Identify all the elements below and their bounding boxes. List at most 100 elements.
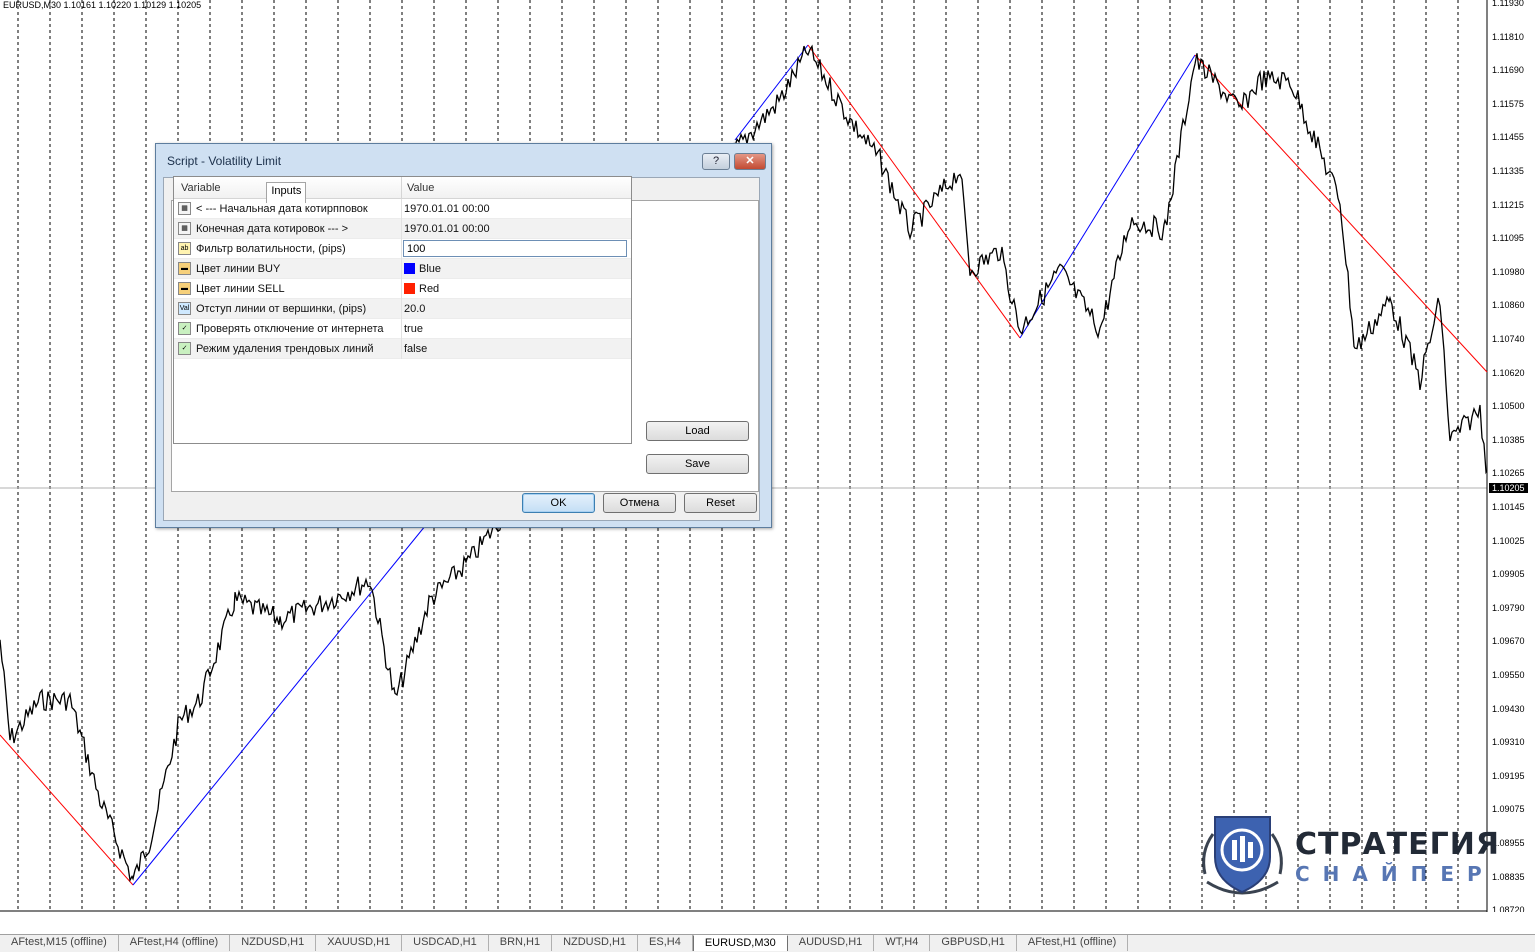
price-tick-label: 1.10980: [1492, 266, 1525, 277]
color-icon: ▬: [178, 282, 191, 295]
value-column-header[interactable]: Value: [407, 182, 434, 194]
cancel-button[interactable]: Отмена: [603, 493, 676, 513]
price-tick-label: 1.09790: [1492, 602, 1525, 613]
sell-trendline: [0, 734, 134, 886]
param-row[interactable]: ab Фильтр волатильности, (pips): [174, 239, 631, 259]
close-button[interactable]: ✕: [734, 153, 766, 170]
watermark-logo: СТРАТЕГИЯ СНАЙПЕР: [1195, 812, 1499, 897]
price-tick-label: 1.09195: [1492, 770, 1525, 781]
boolean-icon: ✓: [178, 342, 191, 355]
chart-tab[interactable]: WT,H4: [874, 935, 931, 951]
tab-inputs[interactable]: Inputs: [266, 182, 307, 203]
variable-column-header[interactable]: Variable: [181, 182, 221, 194]
param-row[interactable]: ▬ Цвет линии BUY Blue: [174, 259, 631, 279]
param-value[interactable]: false: [404, 343, 427, 355]
price-tick-label: 1.10620: [1492, 367, 1525, 378]
chart-tab[interactable]: USDCAD,H1: [402, 935, 489, 951]
price-tick-label: 1.11930: [1492, 0, 1524, 8]
chart-tab[interactable]: EURUSD,M30: [692, 935, 788, 951]
color-icon: ▬: [178, 262, 191, 275]
chart-tab[interactable]: NZDUSD,H1: [552, 935, 639, 951]
chart-tabs-bar: AFtest,M15 (offline) AFtest,H4 (offline) N…: [0, 934, 1535, 952]
chart-tab[interactable]: AFtest,H1 (offline): [1017, 935, 1129, 951]
price-tick-label: 1.09670: [1492, 636, 1525, 647]
chart-tab[interactable]: GBPUSD,H1: [930, 935, 1017, 951]
param-value[interactable]: Red: [404, 283, 439, 295]
param-name: Режим удаления трендовых линий: [196, 343, 374, 355]
text-field-icon: ab: [178, 242, 191, 255]
price-tick-label: 1.09550: [1492, 670, 1525, 680]
load-button[interactable]: Load: [646, 421, 749, 441]
buy-trendline: [734, 44, 809, 141]
inputs-grid[interactable]: Variable Value ▦ < --- Начальная дата кот…: [173, 176, 632, 444]
param-row[interactable]: ✓ Режим удаления трендовых линий false: [174, 339, 631, 359]
param-value[interactable]: 20.0: [404, 303, 425, 315]
calendar-icon: ▦: [178, 202, 191, 215]
price-tick-label: 1.11095: [1492, 233, 1524, 244]
param-value-text: 1970.01.01 00:00: [404, 203, 490, 215]
dialog-title: Script - Volatility Limit: [167, 154, 282, 168]
param-name: Проверять отключение от интернета: [196, 323, 384, 335]
param-value-text: Red: [419, 283, 440, 295]
help-button[interactable]: ?: [702, 153, 730, 170]
price-tick-label: 1.10145: [1492, 502, 1525, 512]
buy-trendline: [1019, 54, 1196, 339]
chart-tab[interactable]: BRN,H1: [489, 935, 553, 951]
param-name: Отступ линии от вершинки, (pips): [196, 303, 367, 315]
chart-tab[interactable]: AFtest,M15 (offline): [0, 935, 119, 951]
param-row[interactable]: ▬ Цвет линии SELL Red: [174, 279, 631, 299]
color-swatch: [404, 283, 415, 294]
price-tick-label: 1.08720: [1492, 905, 1525, 912]
chart-tab[interactable]: XAUUSD,H1: [316, 935, 403, 951]
price-tick-label: 1.11575: [1492, 98, 1524, 109]
param-value-text: Blue: [419, 263, 442, 275]
param-value[interactable]: 1970.01.01 00:00: [404, 223, 490, 235]
save-button[interactable]: Save: [646, 454, 749, 474]
logo-subtitle: СНАЙПЕР: [1295, 862, 1495, 886]
chart-tab[interactable]: ES,H4: [638, 935, 693, 951]
grid-header: Variable Value: [174, 177, 631, 199]
param-value-text: 20.0: [404, 303, 426, 315]
param-value-text: true: [404, 323, 423, 335]
logo-title: СТРАТЕГИЯ: [1295, 827, 1500, 862]
current-price-label: 1.10205: [1489, 483, 1528, 493]
param-row[interactable]: Val Отступ линии от вершинки, (pips) 20.0: [174, 299, 631, 319]
price-tick-label: 1.10500: [1492, 401, 1525, 412]
price-tick-label: 1.10860: [1492, 300, 1525, 311]
chart-tab[interactable]: AUDUSD,H1: [788, 935, 875, 951]
color-swatch: [404, 263, 415, 274]
price-tick-label: 1.11215: [1492, 199, 1524, 210]
shield-logo-icon: [1202, 816, 1283, 895]
param-value-text: 1970.01.01 00:00: [404, 223, 490, 235]
param-name: Конечная дата котировок --- >: [196, 223, 349, 235]
chart-title: EURUSD,M30 1.10161 1.10220 1.10129 1.102…: [3, 0, 202, 10]
chart-tab[interactable]: AFtest,H4 (offline): [119, 935, 231, 951]
price-tick-label: 1.10385: [1492, 434, 1525, 445]
calendar-icon: ▦: [178, 222, 191, 235]
param-value[interactable]: Blue: [404, 263, 441, 275]
ok-button[interactable]: OK: [522, 493, 595, 513]
price-tick-label: 1.09310: [1492, 737, 1525, 748]
chart-tab[interactable]: NZDUSD,H1: [230, 935, 317, 951]
price-tick-label: 1.09905: [1492, 569, 1525, 580]
param-row[interactable]: ▦ < --- Начальная дата котирпповок 1970.01…: [174, 199, 631, 219]
reset-button[interactable]: Reset: [684, 493, 757, 513]
param-row[interactable]: ▦ Конечная дата котировок --- > 1970.01.01…: [174, 219, 631, 239]
param-value[interactable]: 1970.01.01 00:00: [404, 203, 490, 215]
price-tick-label: 1.11455: [1492, 132, 1524, 143]
param-value-text: false: [404, 343, 428, 355]
price-tick-label: 1.11335: [1492, 166, 1524, 176]
param-name: Цвет линии SELL: [196, 283, 285, 295]
price-tick-label: 1.11690: [1492, 65, 1524, 76]
param-name: < --- Начальная дата котирпповок: [196, 203, 368, 215]
price-tick-label: 1.10025: [1492, 535, 1525, 546]
boolean-icon: ✓: [178, 322, 191, 335]
param-name: Фильтр волатильности, (pips): [196, 243, 346, 255]
param-value[interactable]: true: [404, 323, 423, 335]
price-tick-label: 1.11810: [1492, 31, 1524, 42]
price-tick-label: 1.09430: [1492, 703, 1525, 714]
param-row[interactable]: ✓ Проверять отключение от интернета true: [174, 319, 631, 339]
volatility-filter-input[interactable]: [403, 240, 627, 257]
price-tick-label: 1.09075: [1492, 804, 1525, 815]
number-icon: Val: [178, 302, 191, 315]
